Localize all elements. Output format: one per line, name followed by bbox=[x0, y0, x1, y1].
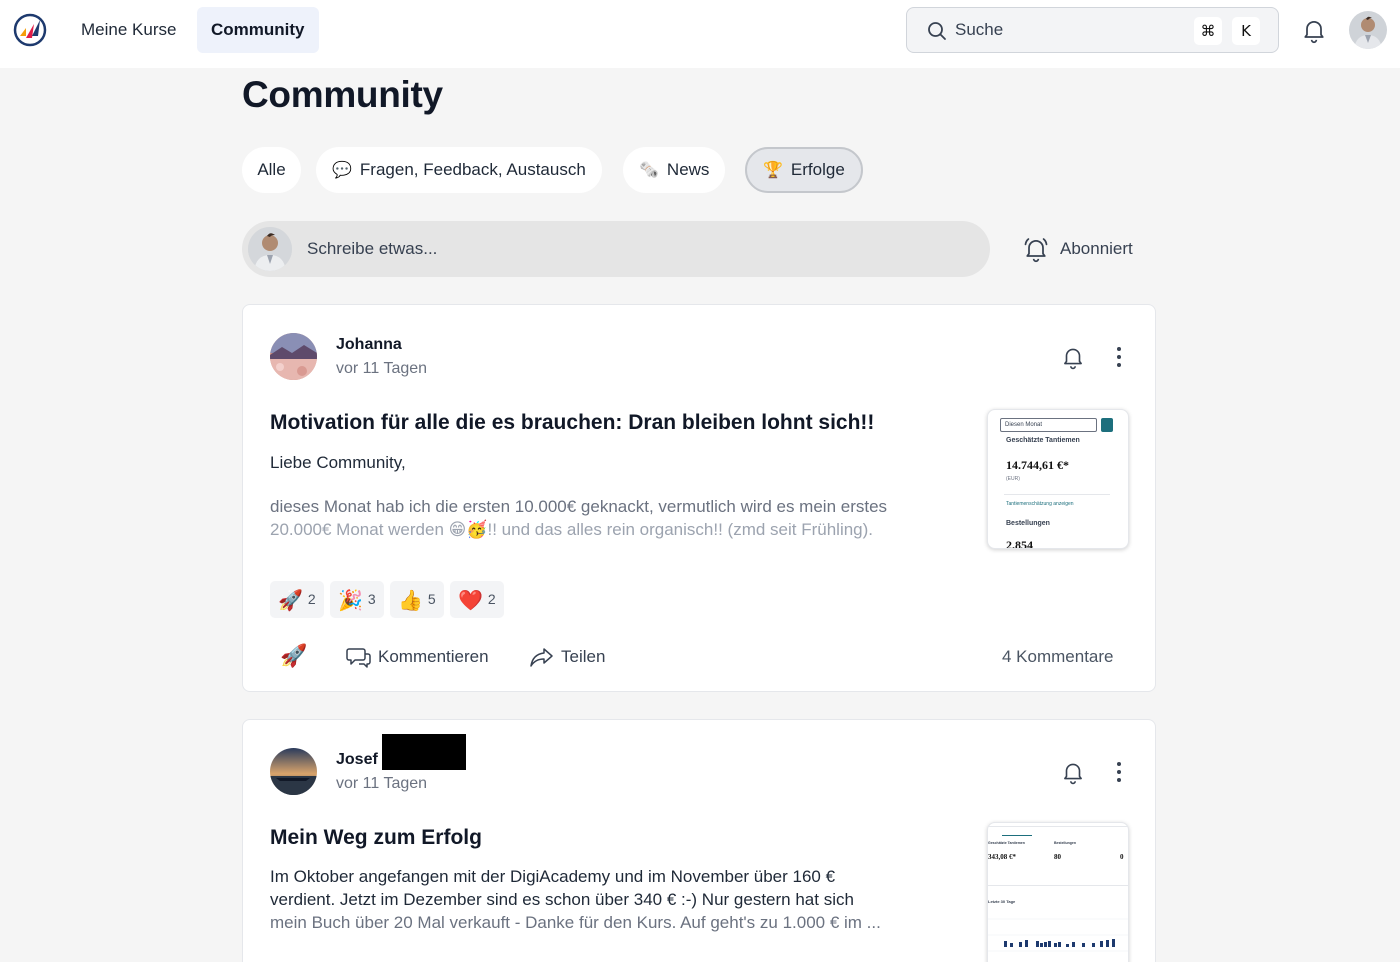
filter-questions-feedback[interactable]: 💬 Fragen, Feedback, Austausch bbox=[316, 147, 602, 193]
reaction-heart[interactable]: ❤️ 2 bbox=[450, 581, 504, 618]
newspaper-icon: 🗞️ bbox=[639, 160, 659, 179]
more-options-icon[interactable] bbox=[1109, 345, 1129, 369]
author-name[interactable]: Josef bbox=[336, 751, 378, 769]
bell-ringing-icon bbox=[1024, 238, 1048, 263]
thumb-link: Tantiemenschätzung anzeigen bbox=[1006, 501, 1074, 507]
post-body-line: 20.000€ Monat werden 😁🥳!! und das alles … bbox=[270, 520, 874, 539]
search-icon bbox=[928, 22, 946, 40]
filter-successes[interactable]: 🏆 Erfolge bbox=[745, 147, 863, 193]
download-icon bbox=[1101, 418, 1113, 432]
comment-label: Kommentieren bbox=[378, 647, 489, 666]
thumbs-up-icon: 👍 bbox=[398, 587, 423, 612]
composer-avatar bbox=[248, 227, 292, 271]
shortcut-cmd-key: ⌘ bbox=[1194, 17, 1222, 45]
post-timestamp: vor 11 Tagen bbox=[336, 775, 428, 792]
post-thumbnail[interactable]: Geschätzte Tantiemen Bestellungen 343,08… bbox=[987, 822, 1129, 962]
post-greeting: Liebe Community, bbox=[270, 453, 406, 472]
author-avatar[interactable] bbox=[270, 748, 317, 795]
composer-placeholder: Schreibe etwas... bbox=[307, 239, 438, 258]
filter-all[interactable]: Alle bbox=[242, 147, 301, 193]
user-avatar[interactable] bbox=[1349, 11, 1387, 49]
thumb-chart-label: Letzte 30 Tage bbox=[988, 899, 1016, 904]
trophy-icon: 🏆 bbox=[763, 160, 783, 179]
reaction-count: 2 bbox=[487, 591, 496, 607]
post-title[interactable]: Mein Weg zum Erfolg bbox=[270, 826, 482, 850]
post-bell-icon[interactable] bbox=[1060, 344, 1086, 370]
author-name[interactable]: Johanna bbox=[336, 336, 402, 354]
rocket-icon: 🚀 bbox=[278, 587, 303, 612]
thumb-metric1-label: Geschätzte Tantiemen bbox=[988, 841, 1025, 845]
post-thumbnail[interactable]: Diesen Monat Geschätzte Tantiemen 14.744… bbox=[987, 409, 1129, 549]
comment-count[interactable]: 4 Kommentare bbox=[1002, 641, 1114, 673]
post-card: Johanna vor 11 Tagen Motivation für alle… bbox=[242, 304, 1156, 692]
post-timestamp: vor 11 Tagen bbox=[336, 360, 428, 377]
page-title: Community bbox=[242, 74, 443, 115]
thumb-orders-label: Bestellungen bbox=[1006, 520, 1050, 527]
comment-icon bbox=[346, 648, 371, 668]
react-button[interactable]: 🚀 bbox=[280, 641, 307, 673]
nav-my-courses[interactable]: Meine Kurse bbox=[67, 7, 190, 53]
reaction-party[interactable]: 🎉 3 bbox=[330, 581, 384, 618]
shortcut-k-key: K bbox=[1232, 17, 1260, 45]
heart-icon: ❤️ bbox=[458, 587, 483, 612]
thumb-sales-chart bbox=[988, 918, 1128, 952]
author-avatar[interactable] bbox=[270, 333, 317, 380]
post-title[interactable]: Motivation für alle die es brauchen: Dra… bbox=[270, 411, 874, 435]
thumb-select: Diesen Monat bbox=[1000, 418, 1097, 432]
post-bell-icon[interactable] bbox=[1060, 759, 1086, 785]
redacted-bar bbox=[382, 734, 466, 770]
subscribe-label: Abonniert bbox=[1060, 239, 1133, 258]
share-label: Teilen bbox=[561, 647, 606, 666]
speech-bubble-icon: 💬 bbox=[332, 160, 352, 179]
thumb-metric2-value: 80 bbox=[1054, 853, 1061, 861]
share-icon bbox=[530, 648, 553, 667]
top-bar: Meine Kurse Community ⌘ K bbox=[0, 0, 1400, 68]
logo-icon[interactable] bbox=[12, 12, 48, 48]
post-composer[interactable]: Schreibe etwas... bbox=[242, 221, 990, 277]
search-input[interactable] bbox=[955, 8, 1175, 52]
reaction-rocket[interactable]: 🚀 2 bbox=[270, 581, 324, 618]
thumb-metric2-label: Bestellungen bbox=[1054, 841, 1076, 845]
reaction-count: 5 bbox=[427, 591, 436, 607]
party-popper-icon: 🎉 bbox=[338, 587, 363, 612]
reaction-thumbs-up[interactable]: 👍 5 bbox=[390, 581, 444, 618]
search-box[interactable]: ⌘ K bbox=[906, 7, 1279, 53]
filter-label: Alle bbox=[257, 160, 286, 179]
thumb-metric-value: 14.744,61 €* bbox=[1006, 458, 1069, 472]
post-body-line: verdient. Jetzt im Dezember sind es scho… bbox=[270, 890, 854, 909]
filter-label: Fragen, Feedback, Austausch bbox=[359, 160, 586, 179]
thumb-metric-sub: (EUR) bbox=[1006, 476, 1020, 482]
reaction-count: 2 bbox=[307, 591, 316, 607]
notifications-bell-icon[interactable] bbox=[1300, 16, 1328, 44]
post-body-line: mein Buch über 20 Mal verkauft - Danke f… bbox=[270, 913, 881, 932]
filter-label: Erfolge bbox=[790, 160, 845, 179]
post-body-line: Im Oktober angefangen mit der DigiAcadem… bbox=[270, 867, 836, 886]
nav-community[interactable]: Community bbox=[197, 7, 319, 53]
thumb-metric-label: Geschätzte Tantiemen bbox=[1006, 437, 1080, 444]
post-card: Josef vor 11 Tagen Mein Weg zum Erfolg I… bbox=[242, 719, 1156, 962]
post-body-line: dieses Monat hab ich die ersten 10.000€ … bbox=[270, 497, 888, 516]
more-options-icon[interactable] bbox=[1109, 760, 1129, 784]
reaction-count: 3 bbox=[367, 591, 376, 607]
thumb-metric3-value: 0 bbox=[1120, 853, 1124, 861]
filter-label: News bbox=[666, 160, 710, 179]
thumb-orders-value: 2.854 bbox=[1006, 538, 1033, 549]
thumb-metric1-value: 343,08 €* bbox=[988, 853, 1016, 861]
filter-news[interactable]: 🗞️ News bbox=[623, 147, 726, 193]
